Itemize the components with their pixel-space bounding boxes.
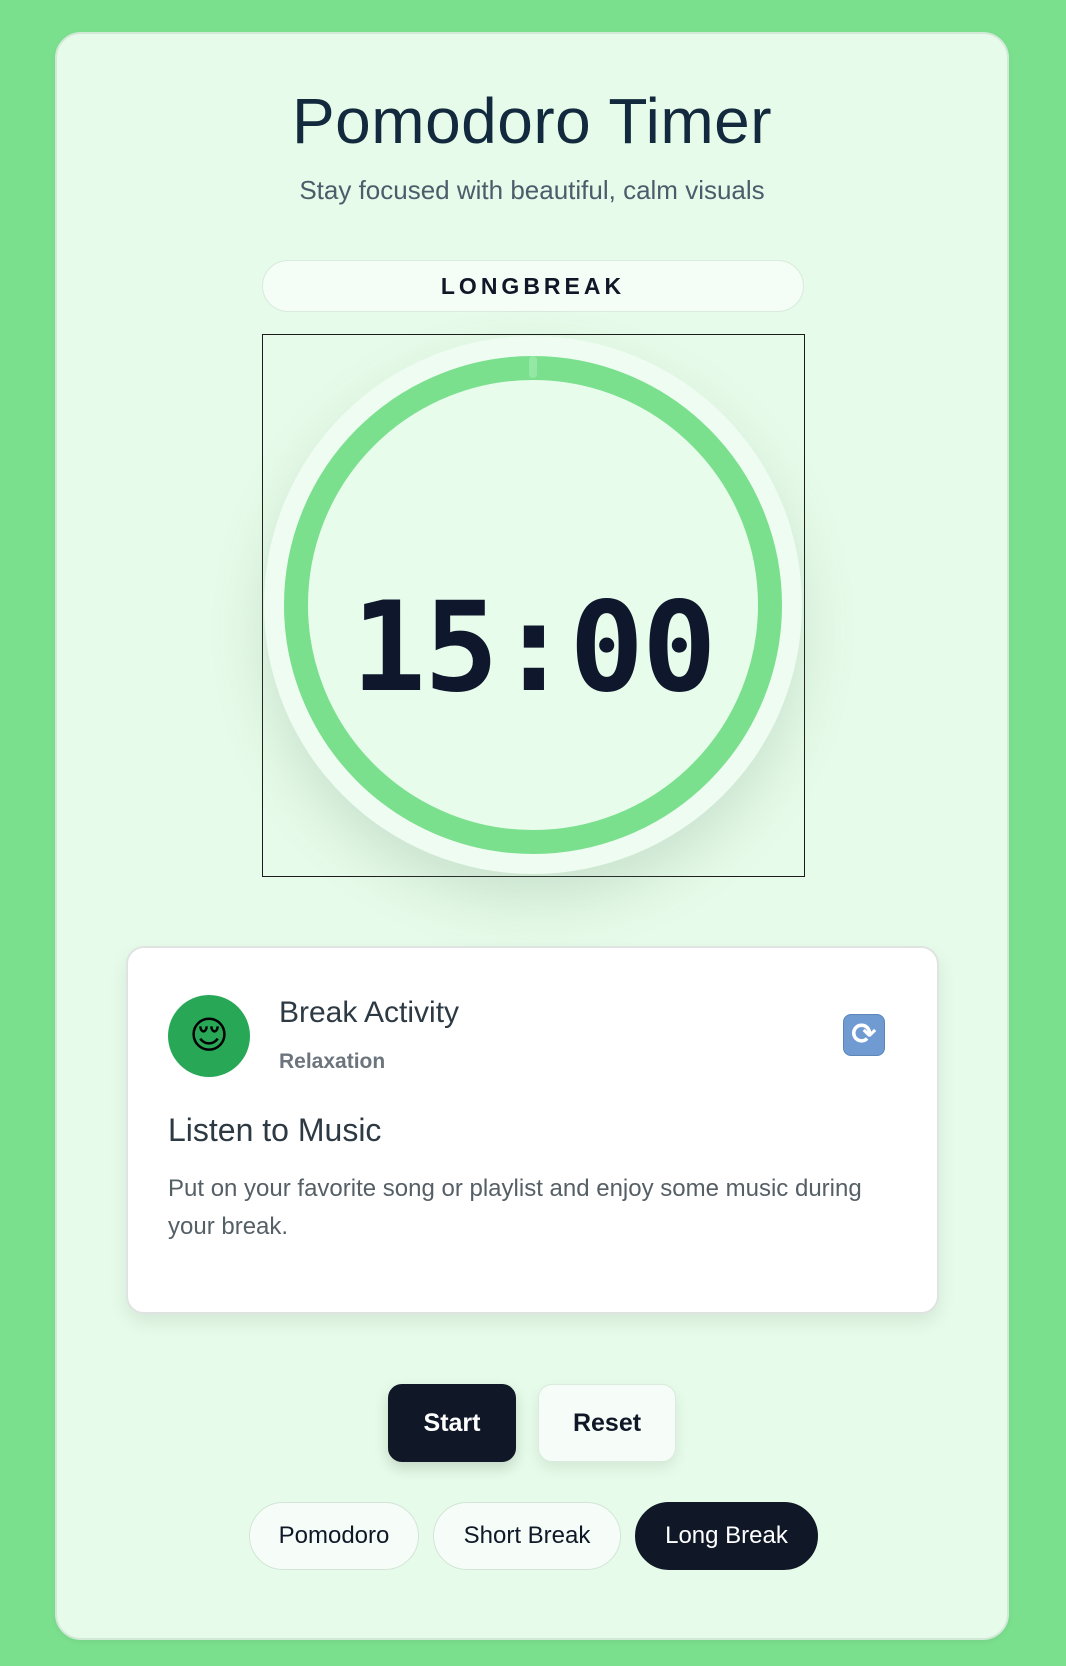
progress-marker <box>529 356 537 378</box>
tab-long-break[interactable]: Long Break <box>635 1502 818 1570</box>
timer-display: 15:00 <box>262 334 805 877</box>
timer-outer-circle: 15:00 <box>264 336 802 874</box>
activity-category: Relaxation <box>279 1050 386 1073</box>
activity-title: Listen to Music <box>168 1112 382 1148</box>
refresh-icon: ⟳ <box>851 1018 877 1051</box>
reset-button[interactable]: Reset <box>538 1384 676 1462</box>
relaxed-face-icon: 😌 <box>168 995 250 1077</box>
break-activity-card: 😌 Break Activity Relaxation ⟳ Listen to … <box>126 946 939 1314</box>
tab-short-break[interactable]: Short Break <box>433 1502 621 1570</box>
page-title: Pomodoro Timer <box>291 85 773 157</box>
refresh-activity-button[interactable]: ⟳ <box>843 1014 885 1056</box>
start-button[interactable]: Start <box>388 1384 516 1462</box>
timer-countdown: 15:00 <box>351 576 716 720</box>
activity-heading: Break Activity <box>279 996 460 1029</box>
activity-description: Put on your favorite song or playlist an… <box>168 1175 862 1240</box>
pomodoro-card: Pomodoro Timer Stay focused with beautif… <box>55 32 1009 1640</box>
page-subtitle: Stay focused with beautiful, calm visual… <box>299 175 765 205</box>
tab-pomodoro[interactable]: Pomodoro <box>249 1502 419 1570</box>
timer-progress-ring: 15:00 <box>284 356 782 854</box>
current-mode-badge: LONGBREAK <box>262 260 804 312</box>
